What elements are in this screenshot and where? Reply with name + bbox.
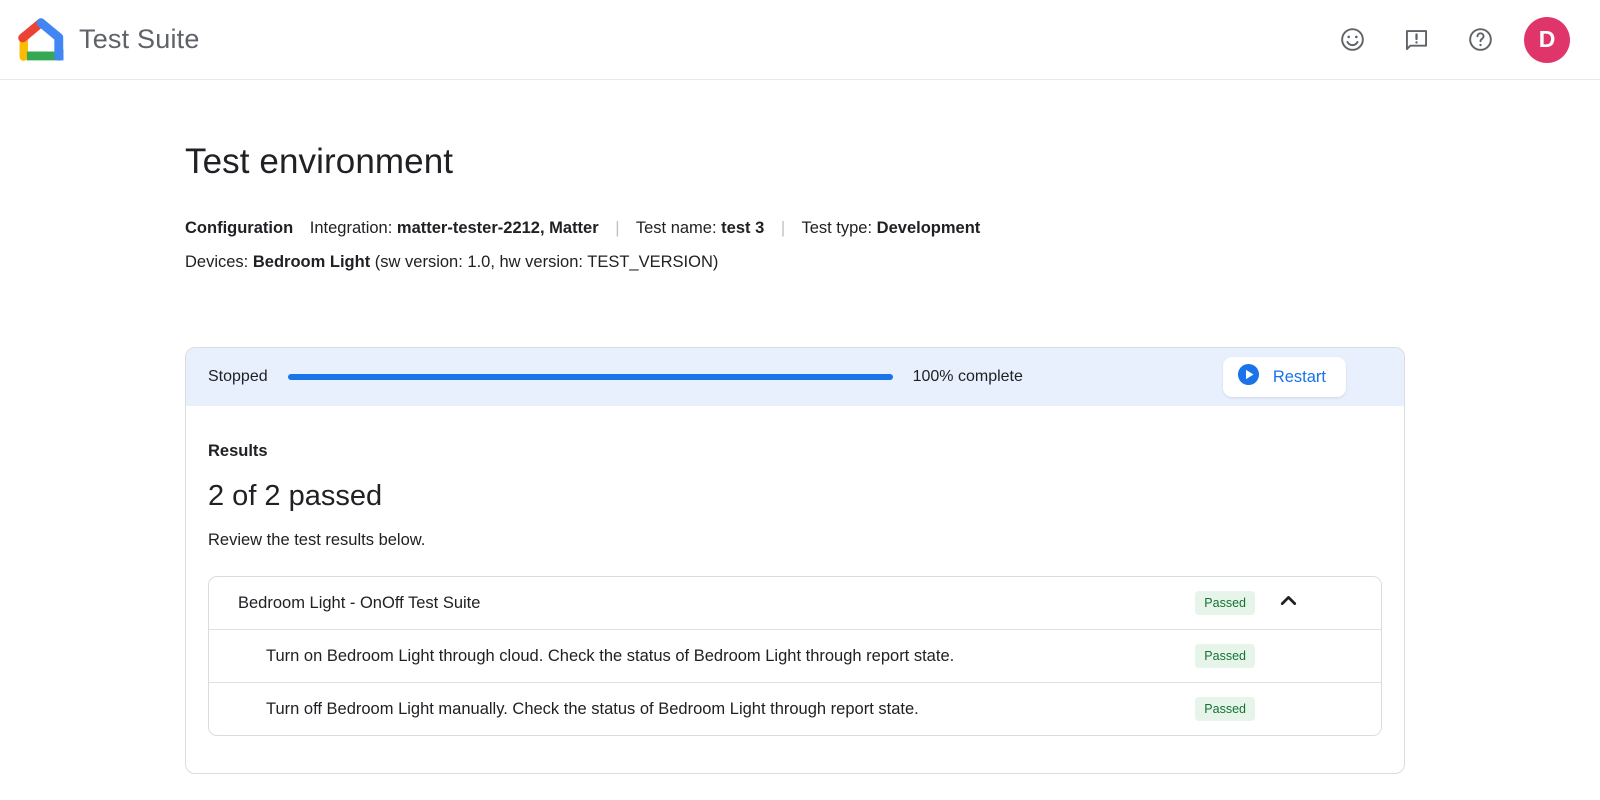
devices-version-suffix: (sw version: 1.0, hw version: TEST_VERSI… — [375, 253, 719, 271]
test-name-value: test 3 — [721, 219, 764, 237]
results-table: Bedroom Light - OnOff Test Suite Passed … — [208, 576, 1382, 736]
status-bar: Stopped 100% complete Restart — [186, 348, 1404, 406]
progress-bar — [288, 374, 893, 380]
run-state-label: Stopped — [208, 368, 268, 386]
app-header: Test Suite — [0, 0, 1600, 80]
smiley-feedback-button[interactable] — [1330, 18, 1374, 62]
page-title: Test environment — [185, 142, 1600, 182]
chevron-up-icon — [1276, 588, 1301, 618]
help-button[interactable] — [1458, 18, 1502, 62]
test-case-description: Turn off Bedroom Light manually. Check t… — [266, 700, 1195, 719]
progress-percent-label: 100% complete — [913, 368, 1023, 386]
play-circle-icon — [1237, 363, 1260, 391]
configuration-summary: Configuration Integration: matter-tester… — [185, 211, 1600, 279]
separator: | — [615, 219, 619, 237]
help-icon — [1467, 26, 1494, 53]
send-feedback-button[interactable] — [1394, 18, 1438, 62]
configuration-line-1: Configuration Integration: matter-tester… — [185, 211, 1600, 245]
results-summary: 2 of 2 passed — [208, 480, 1382, 513]
integration-value: matter-tester-2212, Matter — [397, 219, 599, 237]
test-suite-name: Bedroom Light - OnOff Test Suite — [238, 594, 1195, 613]
status-badge: Passed — [1195, 644, 1255, 669]
test-case-row: Turn on Bedroom Light through cloud. Che… — [209, 629, 1381, 682]
test-case-row: Turn off Bedroom Light manually. Check t… — [209, 682, 1381, 735]
smiley-feedback-icon — [1339, 26, 1366, 53]
test-name-label: Test name: — [636, 219, 717, 237]
test-run-card: Stopped 100% complete Restart Results 2 … — [185, 347, 1405, 774]
account-avatar[interactable]: D — [1524, 17, 1570, 63]
separator: | — [781, 219, 785, 237]
feedback-message-icon — [1403, 26, 1430, 53]
test-type-value: Development — [877, 219, 981, 237]
status-badge: Passed — [1195, 697, 1255, 722]
results-section: Results 2 of 2 passed Review the test re… — [186, 406, 1404, 773]
results-heading: Results — [208, 442, 1382, 461]
app-title: Test Suite — [79, 24, 200, 55]
collapse-toggle[interactable] — [1255, 588, 1321, 618]
test-type-label: Test type: — [801, 219, 872, 237]
results-subtitle: Review the test results below. — [208, 531, 1382, 550]
devices-label: Devices: — [185, 253, 248, 271]
google-home-logo-icon — [18, 17, 64, 63]
configuration-label: Configuration — [185, 219, 293, 237]
restart-button[interactable]: Restart — [1223, 357, 1346, 397]
configuration-line-2: Devices: Bedroom Light (sw version: 1.0,… — [185, 245, 1600, 279]
test-suite-header-row[interactable]: Bedroom Light - OnOff Test Suite Passed — [209, 577, 1381, 629]
integration-label: Integration: — [310, 219, 393, 237]
main-content: Test environment Configuration Integrati… — [0, 80, 1600, 774]
devices-value: Bedroom Light — [253, 253, 370, 271]
restart-button-label: Restart — [1273, 368, 1326, 387]
progress-bar-fill — [288, 374, 893, 380]
test-case-description: Turn on Bedroom Light through cloud. Che… — [266, 647, 1195, 666]
status-badge: Passed — [1195, 591, 1255, 616]
